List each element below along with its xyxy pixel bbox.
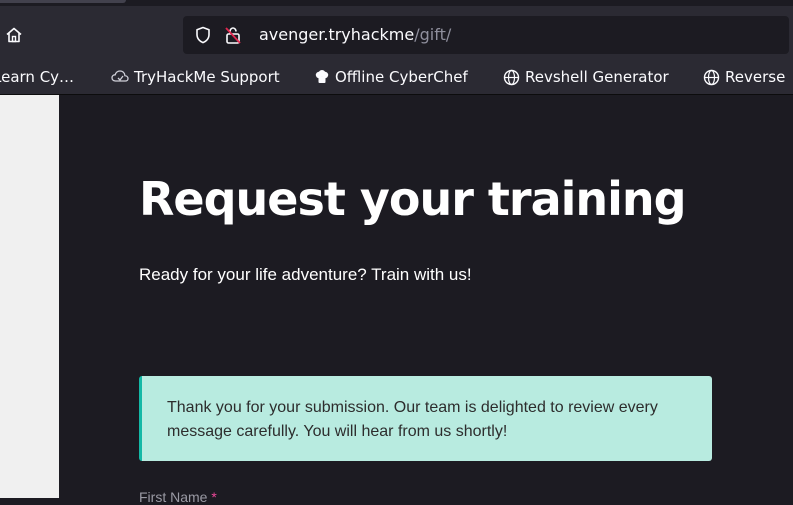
- success-message: Thank you for your submission. Our team …: [167, 399, 658, 440]
- bookmark-learn-cyber[interactable]: Learn Cy…: [0, 68, 74, 86]
- success-alert: Thank you for your submission. Our team …: [139, 376, 712, 461]
- navigation-toolbar: avenger.tryhackme/gift/: [0, 6, 793, 60]
- required-marker: *: [211, 489, 217, 505]
- left-panel: [0, 95, 59, 498]
- insecure-lock-icon[interactable]: [223, 25, 243, 45]
- request-training-section: Request your training Ready for your lif…: [59, 95, 793, 505]
- url-host: avenger.tryhackme: [259, 25, 415, 44]
- bookmark-revshell-generator[interactable]: Revshell Generator: [503, 68, 669, 86]
- home-icon: [6, 27, 22, 43]
- bookmark-label: Reverse: [725, 68, 786, 86]
- url-bar[interactable]: avenger.tryhackme/gift/: [183, 16, 789, 54]
- support-cloud-icon: [111, 70, 129, 82]
- bookmark-tryhackme-support[interactable]: TryHackMe Support: [111, 68, 280, 86]
- home-button[interactable]: [4, 25, 24, 45]
- globe-icon: [503, 69, 520, 85]
- first-name-label-text: First Name: [139, 489, 208, 505]
- first-name-label: First Name *: [139, 489, 217, 505]
- bookmark-label: Learn Cy…: [0, 68, 75, 86]
- url-path: /gift/: [414, 25, 452, 44]
- chef-hat-icon: [315, 70, 329, 83]
- page-title: Request your training: [139, 172, 687, 226]
- url-text[interactable]: avenger.tryhackme/gift/: [259, 25, 451, 45]
- bookmark-label: TryHackMe Support: [134, 68, 280, 86]
- bookmarks-toolbar: Learn Cy… TryHackMe Support Offline Cybe…: [0, 60, 793, 95]
- bookmark-label: Revshell Generator: [525, 68, 669, 86]
- active-tab[interactable]: [0, 0, 126, 3]
- tracking-protection-shield-icon[interactable]: [195, 26, 211, 44]
- bookmark-reverse[interactable]: Reverse: [703, 68, 785, 86]
- globe-icon: [703, 69, 720, 85]
- bookmark-label: Offline CyberChef: [335, 68, 468, 86]
- page-subtitle: Ready for your life adventure? Train wit…: [139, 265, 472, 284]
- bookmark-offline-cyberchef[interactable]: Offline CyberChef: [314, 68, 468, 86]
